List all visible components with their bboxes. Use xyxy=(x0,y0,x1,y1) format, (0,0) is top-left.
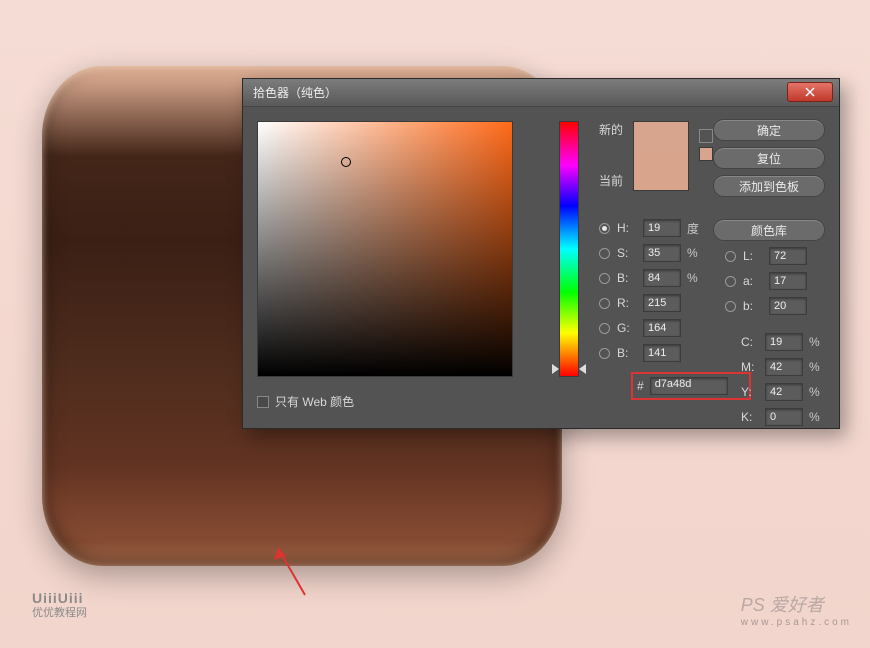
color-preview xyxy=(633,121,689,191)
radio-l[interactable] xyxy=(725,251,736,262)
current-color-label: 当前 xyxy=(599,172,623,189)
hex-label: # xyxy=(637,379,644,393)
label-l: L: xyxy=(743,249,765,263)
input-s[interactable]: 35 xyxy=(643,244,681,262)
add-swatch-button[interactable]: 添加到色板 xyxy=(713,175,825,197)
radio-a[interactable] xyxy=(725,276,736,287)
ok-button[interactable]: 确定 xyxy=(713,119,825,141)
hue-slider[interactable] xyxy=(559,121,579,377)
input-h[interactable]: 19 xyxy=(643,219,681,237)
label-g: G: xyxy=(617,321,639,335)
web-only-checkbox[interactable] xyxy=(257,396,269,408)
radio-b-lab[interactable] xyxy=(725,301,736,312)
label-b-rgb: B: xyxy=(617,346,639,360)
input-k[interactable]: 0 xyxy=(765,408,803,426)
input-b-hsb[interactable]: 84 xyxy=(643,269,681,287)
input-r[interactable]: 215 xyxy=(643,294,681,312)
pointer-arrow xyxy=(260,540,320,600)
saturation-value-field[interactable] xyxy=(257,121,513,377)
dialog-titlebar[interactable]: 拾色器（纯色） xyxy=(243,79,839,107)
radio-b-rgb[interactable] xyxy=(599,348,610,359)
watermark-left: UiiiUiii 优优教程网 xyxy=(32,590,87,620)
radio-b-hsb[interactable] xyxy=(599,273,610,284)
label-c: C: xyxy=(741,335,761,349)
label-b-hsb: B: xyxy=(617,271,639,285)
color-picker-dialog: 拾色器（纯色） 只有 Web 颜色 xyxy=(242,78,840,429)
close-icon xyxy=(805,87,815,97)
label-a: a: xyxy=(743,274,765,288)
radio-r[interactable] xyxy=(599,298,610,309)
label-y: Y: xyxy=(741,385,761,399)
reset-button[interactable]: 复位 xyxy=(713,147,825,169)
dialog-title: 拾色器（纯色） xyxy=(253,84,337,101)
input-l[interactable]: 72 xyxy=(769,247,807,265)
radio-g[interactable] xyxy=(599,323,610,334)
input-g[interactable]: 164 xyxy=(643,319,681,337)
label-s: S: xyxy=(617,246,639,260)
current-color-swatch xyxy=(634,156,688,190)
color-library-button[interactable]: 颜色库 xyxy=(713,219,825,241)
input-b-lab[interactable]: 20 xyxy=(769,297,807,315)
radio-s[interactable] xyxy=(599,248,610,259)
input-b-rgb[interactable]: 141 xyxy=(643,344,681,362)
dialog-body: 只有 Web 颜色 确定 复位 添加到色板 颜色库 新的 xyxy=(243,107,839,428)
input-c[interactable]: 19 xyxy=(765,333,803,351)
input-y[interactable]: 42 xyxy=(765,383,803,401)
input-m[interactable]: 42 xyxy=(765,358,803,376)
label-m: M: xyxy=(741,360,761,374)
input-hex[interactable]: d7a48d xyxy=(650,377,728,395)
label-h: H: xyxy=(617,221,639,235)
gamut-warning-icon[interactable] xyxy=(699,129,713,143)
watermark-right: PS 爱好者 www.psahz.com xyxy=(741,591,852,628)
new-color-label: 新的 xyxy=(599,121,623,138)
hue-slider-thumb[interactable] xyxy=(552,364,586,374)
label-k: K: xyxy=(741,410,761,424)
web-only-label: 只有 Web 颜色 xyxy=(275,393,354,410)
label-b-lab: b: xyxy=(743,299,765,313)
label-r: R: xyxy=(617,296,639,310)
hex-highlight: # d7a48d xyxy=(631,372,751,400)
triangle-left-icon xyxy=(579,364,586,374)
new-color-swatch xyxy=(634,122,688,156)
gamut-swatch[interactable] xyxy=(699,147,713,161)
radio-h[interactable] xyxy=(599,223,610,234)
sv-cursor[interactable] xyxy=(341,157,351,167)
close-button[interactable] xyxy=(787,82,833,102)
input-a[interactable]: 17 xyxy=(769,272,807,290)
triangle-right-icon xyxy=(552,364,559,374)
